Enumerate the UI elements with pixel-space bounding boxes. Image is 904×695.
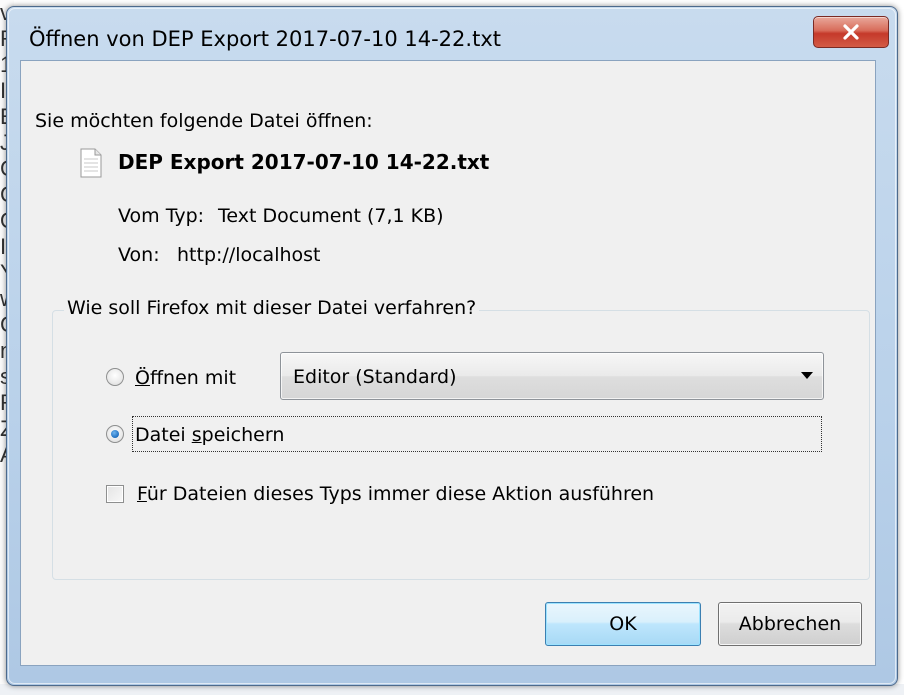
- action-group-legend: Wie soll Firefox mit dieser Datei verfah…: [64, 297, 480, 319]
- dialog-title: Öffnen von DEP Export 2017-07-10 14-22.t…: [29, 27, 501, 51]
- always-do-accesskey: F: [137, 483, 147, 505]
- open-with-app-value: Editor (Standard): [293, 366, 457, 388]
- save-file-radio[interactable]: [106, 425, 124, 443]
- ok-button[interactable]: OK: [545, 602, 701, 646]
- open-with-radio[interactable]: [106, 368, 124, 386]
- save-file-label-text: peichern: [201, 424, 285, 446]
- open-with-label[interactable]: Öffnen mit: [135, 367, 236, 389]
- close-icon: [843, 24, 859, 40]
- file-type-label: Vom Typ:: [118, 205, 205, 227]
- file-type-value: Text Document (7,1 KB): [218, 205, 444, 227]
- open-prompt: Sie möchten folgende Datei öffnen:: [35, 110, 373, 132]
- always-do-checkbox[interactable]: [106, 485, 124, 503]
- dialog-titlebar[interactable]: Öffnen von DEP Export 2017-07-10 14-22.t…: [7, 7, 897, 51]
- dropdown-arrow-icon: [801, 372, 813, 379]
- file-source-label: Von:: [118, 244, 160, 266]
- file-source-value: http://localhost: [177, 244, 321, 266]
- save-file-label[interactable]: Datei speichern: [135, 424, 284, 446]
- file-name: DEP Export 2017-07-10 14-22.txt: [118, 150, 490, 174]
- open-with-label-text: ffnen mit: [149, 367, 237, 389]
- open-with-app-select[interactable]: Editor (Standard): [280, 352, 824, 400]
- cancel-button[interactable]: Abbrechen: [718, 602, 862, 646]
- always-do-label-text: ür Dateien dieses Typs immer diese Aktio…: [146, 483, 655, 505]
- open-with-accesskey: Ö: [135, 367, 150, 389]
- text-file-icon: [80, 148, 102, 178]
- save-file-label-prefix: Datei: [135, 424, 192, 446]
- close-button[interactable]: [813, 16, 889, 48]
- save-file-accesskey: s: [191, 424, 202, 446]
- always-do-label[interactable]: Für Dateien dieses Typs immer diese Akti…: [137, 483, 654, 505]
